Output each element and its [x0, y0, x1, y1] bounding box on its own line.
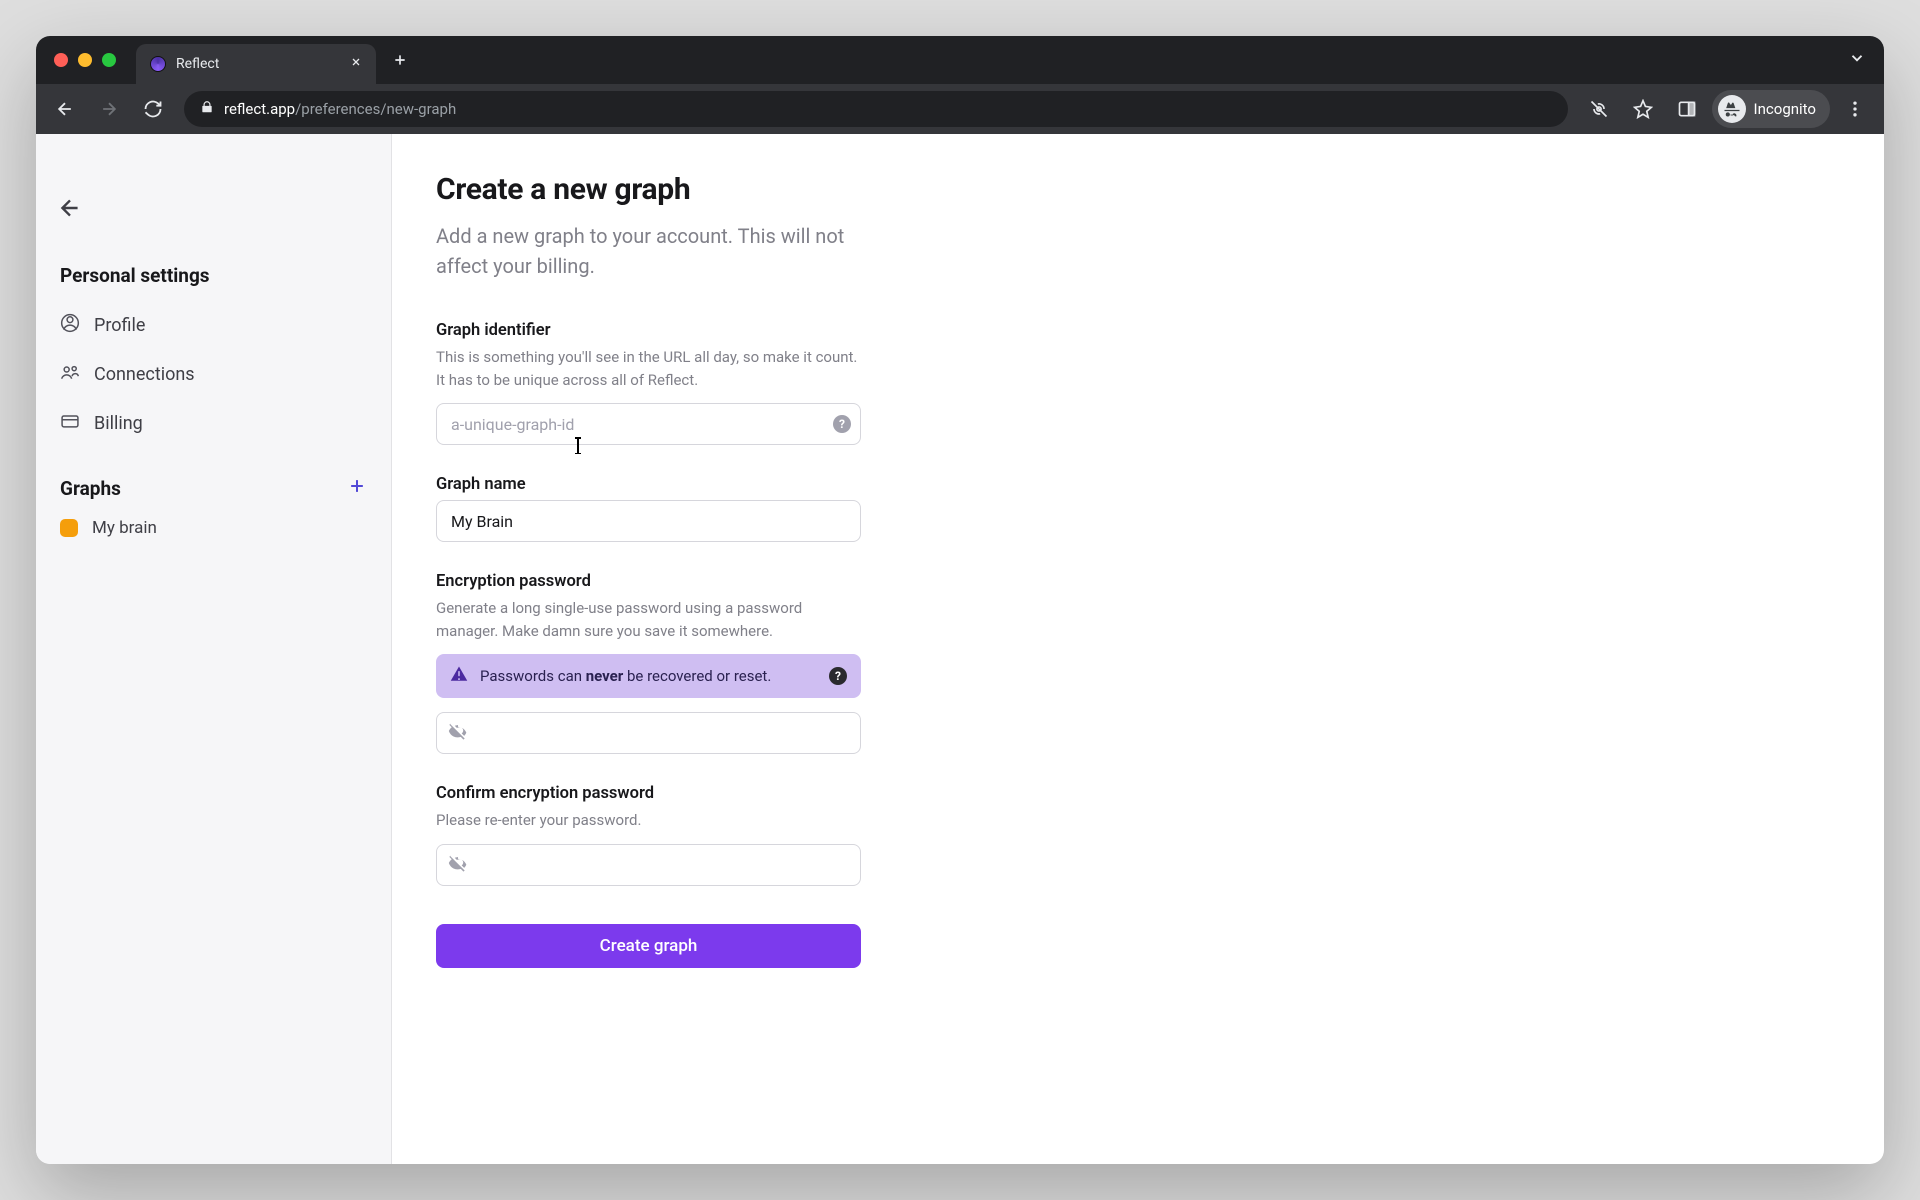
tab-title: Reflect: [176, 56, 340, 72]
password-input[interactable]: [436, 712, 861, 754]
sidebar-item-label: Connections: [94, 364, 195, 385]
bookmark-button[interactable]: [1624, 90, 1662, 128]
incognito-badge[interactable]: Incognito: [1712, 90, 1830, 128]
help-icon[interactable]: ?: [829, 667, 847, 685]
profile-icon: [60, 313, 80, 338]
url-domain: reflect.app: [224, 100, 295, 118]
browser-tab-strip: Reflect: [36, 36, 1884, 84]
text-cursor-icon: [575, 437, 581, 454]
side-panel-button[interactable]: [1668, 90, 1706, 128]
incognito-label: Incognito: [1754, 100, 1816, 118]
sidebar-graph-label: My brain: [92, 518, 157, 538]
lock-icon: [200, 100, 214, 118]
password-warning-text: Passwords can never be recovered or rese…: [480, 667, 817, 685]
password-warning-banner: Passwords can never be recovered or rese…: [436, 654, 861, 698]
nav-forward-button[interactable]: [90, 90, 128, 128]
settings-sidebar: Personal settings Profile Connections: [36, 134, 392, 1164]
name-label: Graph name: [436, 475, 861, 494]
name-input[interactable]: [436, 500, 861, 542]
sidebar-item-profile[interactable]: Profile: [54, 301, 373, 350]
sidebar-back-button[interactable]: [50, 188, 90, 228]
nav-back-button[interactable]: [46, 90, 84, 128]
identifier-input[interactable]: [436, 403, 861, 445]
mac-close-button[interactable]: [54, 53, 68, 67]
confirm-label: Confirm encryption password: [436, 784, 861, 803]
help-icon[interactable]: ?: [833, 415, 851, 433]
password-help: Generate a long single-use password usin…: [436, 597, 861, 642]
page-title: Create a new graph: [436, 172, 861, 207]
mac-maximize-button[interactable]: [102, 53, 116, 67]
sidebar-item-label: Profile: [94, 315, 145, 336]
eye-off-icon[interactable]: [448, 853, 468, 877]
mac-minimize-button[interactable]: [78, 53, 92, 67]
tabs-overflow-button[interactable]: [1848, 49, 1866, 71]
main-content: Create a new graph Add a new graph to yo…: [392, 134, 1884, 1164]
confirm-password-input[interactable]: [436, 844, 861, 886]
browser-tab[interactable]: Reflect: [136, 44, 376, 84]
incognito-indicator-icon[interactable]: [1580, 90, 1618, 128]
close-tab-icon[interactable]: [350, 56, 362, 72]
warning-icon: [450, 665, 468, 687]
mac-window-controls: [54, 53, 116, 67]
sidebar-item-billing[interactable]: Billing: [54, 399, 373, 448]
new-tab-button[interactable]: [384, 44, 416, 76]
page-subtitle: Add a new graph to your account. This wi…: [436, 221, 861, 281]
browser-menu-button[interactable]: [1836, 90, 1874, 128]
tab-favicon: [150, 56, 166, 72]
sidebar-item-label: Billing: [94, 413, 143, 434]
eye-off-icon[interactable]: [448, 721, 468, 745]
connections-icon: [60, 362, 80, 387]
browser-window: Reflect: [36, 36, 1884, 1164]
password-label: Encryption password: [436, 572, 861, 591]
sidebar-heading-graphs: Graphs: [60, 477, 121, 500]
graph-color-swatch: [60, 519, 78, 537]
sidebar-heading-personal: Personal settings: [54, 258, 373, 301]
identifier-help: This is something you'll see in the URL …: [436, 346, 861, 391]
address-bar[interactable]: reflect.app/preferences/new-graph: [184, 91, 1568, 127]
identifier-label: Graph identifier: [436, 321, 861, 340]
url-path: /preferences/new-graph: [295, 100, 456, 118]
create-graph-button[interactable]: Create graph: [436, 924, 861, 968]
confirm-help: Please re-enter your password.: [436, 809, 861, 832]
nav-reload-button[interactable]: [134, 90, 172, 128]
browser-toolbar: reflect.app/preferences/new-graph Incogn…: [36, 84, 1884, 134]
billing-icon: [60, 411, 80, 436]
sidebar-item-connections[interactable]: Connections: [54, 350, 373, 399]
sidebar-graph-item[interactable]: My brain: [54, 508, 373, 548]
incognito-icon: [1718, 95, 1746, 123]
add-graph-button[interactable]: [347, 476, 367, 500]
